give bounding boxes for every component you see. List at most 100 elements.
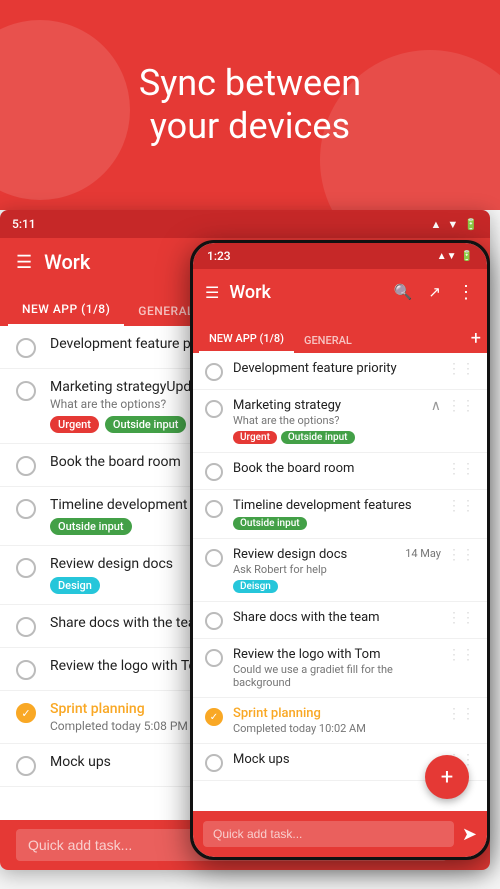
phone-task-content-8: Sprint planning Completed today 10:02 AM — [233, 706, 441, 735]
phone-drag-icon-4: ⋮⋮ — [441, 498, 475, 514]
phone: 1:23 ▲▼ 🔋 ☰ Work 🔍 ↗ ⋮ NEW APP (1/8) GEN… — [190, 240, 490, 860]
tag-design-5: Design — [50, 577, 100, 594]
phone-task-list: Development feature priority ⋮⋮ Marketin… — [193, 353, 487, 811]
hero-section: Sync between your devices — [0, 0, 500, 210]
phone-task-title-3: Book the board room — [233, 461, 441, 476]
tag-outside-4: Outside input — [50, 518, 132, 535]
phone-send-icon[interactable]: ➤ — [462, 824, 477, 845]
phone-drag-icon-6: ⋮⋮ — [441, 610, 475, 626]
list-item[interactable]: Timeline development features Outside in… — [193, 490, 487, 539]
phone-quick-add-bar: ➤ — [193, 811, 487, 857]
tablet-tab-newapp[interactable]: NEW APP (1/8) — [8, 294, 124, 326]
list-item[interactable]: Review design docs 14 May Ask Robert for… — [193, 539, 487, 602]
task-circle-6 — [16, 617, 36, 637]
phone-task-content-9: Mock ups — [233, 752, 441, 767]
phone-task-circle-8: ✓ — [205, 708, 223, 726]
phone-status-bar: 1:23 ▲▼ 🔋 — [193, 243, 487, 269]
phone-tab-newapp[interactable]: NEW APP (1/8) — [199, 326, 294, 353]
tablet-status-bar: 5:11 ▲ ▼ 🔋 — [0, 210, 490, 238]
phone-task-content-1: Development feature priority — [233, 361, 441, 376]
phone-more-icon[interactable]: ⋮ — [457, 282, 475, 303]
phone-task-circle-5 — [205, 549, 223, 567]
list-item[interactable]: Review the logo with Tom Could we use a … — [193, 639, 487, 698]
phone-task-subtitle-8: Completed today 10:02 AM — [233, 722, 441, 735]
phone-drag-icon-5: ⋮⋮ — [441, 547, 475, 563]
signal-icon: ▼ — [447, 218, 458, 231]
phone-task-content-7: Review the logo with Tom Could we use a … — [233, 647, 441, 689]
phone-task-content-5: Review design docs 14 May Ask Robert for… — [233, 547, 441, 593]
list-item[interactable]: ✓ Sprint planning Completed today 10:02 … — [193, 698, 487, 744]
phone-task-title-1: Development feature priority — [233, 361, 441, 376]
phone-task-circle-1 — [205, 363, 223, 381]
tablet-menu-icon[interactable]: ☰ — [16, 252, 32, 273]
phone-task-title-4: Timeline development features — [233, 498, 441, 513]
phone-task-circle-2 — [205, 400, 223, 418]
hero-circle-left — [0, 20, 130, 200]
phone-drag-icon-2: ⋮⋮ — [441, 398, 475, 414]
phone-task-tags-5: Deisgn — [233, 580, 441, 593]
tablet-status-icons: ▲ ▼ 🔋 — [431, 218, 478, 231]
phone-task-subtitle-2: What are the options? — [233, 414, 427, 427]
task-circle-5 — [16, 558, 36, 578]
phone-task-circle-4 — [205, 500, 223, 518]
battery-icon: 🔋 — [464, 218, 478, 231]
phone-tab-general[interactable]: GENERAL — [294, 328, 362, 353]
phone-task-content-2: Marketing strategy What are the options?… — [233, 398, 427, 444]
phone-battery-icon: 🔋 — [461, 251, 473, 262]
tablet-time: 5:11 — [12, 217, 36, 231]
phone-task-title-7: Review the logo with Tom — [233, 647, 441, 662]
phone-task-circle-7 — [205, 649, 223, 667]
task-circle-3 — [16, 456, 36, 476]
task-circle-2 — [16, 381, 36, 401]
phone-task-title-6: Share docs with the team — [233, 610, 441, 625]
hero-text: Sync between your devices — [139, 62, 361, 148]
phone-quick-add-input[interactable] — [203, 821, 454, 847]
phone-tab-add[interactable]: + — [471, 328, 481, 353]
phone-task-tags-2: Urgent Outside input — [233, 431, 427, 444]
phone-task-title-8: Sprint planning — [233, 706, 441, 721]
task-circle-4 — [16, 499, 36, 519]
device-area: 5:11 ▲ ▼ 🔋 ☰ Work 🔍 ↗ ⋮ NEW APP (1/8) GE… — [0, 210, 500, 889]
phone-task-content-3: Book the board room — [233, 461, 441, 476]
phone-task-subtitle-7: Could we use a gradiet fill for the back… — [233, 663, 441, 689]
phone-drag-icon-1: ⋮⋮ — [441, 361, 475, 377]
phone-menu-icon[interactable]: ☰ — [205, 283, 219, 302]
phone-task-title-2: Marketing strategy — [233, 398, 427, 413]
phone-topbar: ☰ Work 🔍 ↗ ⋮ — [193, 269, 487, 315]
phone-tag-outside-2: Outside input — [281, 431, 355, 444]
wifi-icon: ▲ — [431, 218, 442, 231]
phone-fab-button[interactable]: + — [425, 755, 469, 799]
phone-drag-icon-3: ⋮⋮ — [441, 461, 475, 477]
phone-task-subtitle-5: Ask Robert for help — [233, 563, 441, 576]
phone-tag-design-5: Deisgn — [233, 580, 278, 593]
phone-drag-icon-8: ⋮⋮ — [441, 706, 475, 722]
phone-task-title-9: Mock ups — [233, 752, 441, 767]
task-circle-9 — [16, 756, 36, 776]
phone-status-icons: ▲▼ 🔋 — [437, 251, 473, 262]
task-circle-8: ✓ — [16, 703, 36, 723]
tag-outside-2: Outside input — [105, 416, 187, 433]
phone-task-circle-3 — [205, 463, 223, 481]
phone-search-icon[interactable]: 🔍 — [394, 283, 413, 301]
phone-signal-icon: ▲▼ — [437, 251, 457, 262]
phone-tabs: NEW APP (1/8) GENERAL + — [193, 315, 487, 353]
phone-drag-icon-7: ⋮⋮ — [441, 647, 475, 663]
list-item[interactable]: Development feature priority ⋮⋮ — [193, 353, 487, 390]
phone-task-content-4: Timeline development features Outside in… — [233, 498, 441, 530]
phone-task-tags-4: Outside input — [233, 517, 441, 530]
phone-task-content-6: Share docs with the team — [233, 610, 441, 625]
list-item[interactable]: Marketing strategy What are the options?… — [193, 390, 487, 453]
phone-task-circle-6 — [205, 612, 223, 630]
phone-task-date-5: 14 May — [405, 547, 441, 560]
tag-urgent-2: Urgent — [50, 416, 99, 433]
phone-task-title-5: Review design docs — [233, 547, 347, 562]
phone-tag-urgent-2: Urgent — [233, 431, 277, 444]
phone-share-icon[interactable]: ↗ — [428, 283, 441, 301]
phone-tag-outside-4: Outside input — [233, 517, 307, 530]
list-item[interactable]: Book the board room ⋮⋮ — [193, 453, 487, 490]
task-circle-1 — [16, 338, 36, 358]
task-circle-7 — [16, 660, 36, 680]
list-item[interactable]: Share docs with the team ⋮⋮ — [193, 602, 487, 639]
phone-time: 1:23 — [207, 249, 231, 263]
phone-title: Work — [229, 282, 383, 303]
